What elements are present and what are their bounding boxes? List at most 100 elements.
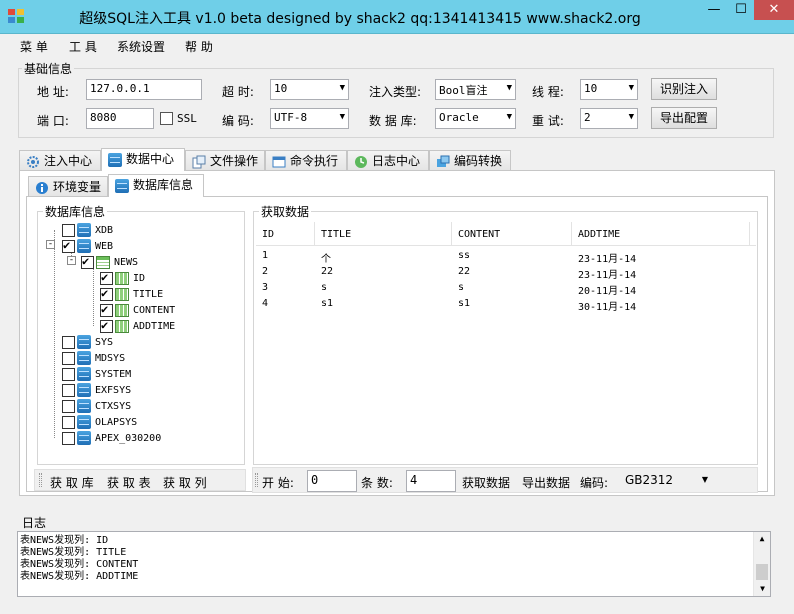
tab-command-exec[interactable]: 命令执行: [265, 150, 347, 171]
port-input[interactable]: 8080: [86, 108, 154, 129]
tab-label: 编码转换: [454, 154, 503, 168]
table-row[interactable]: 3 s s 20-11月-14: [256, 280, 756, 297]
scroll-down-icon[interactable]: ▼: [754, 582, 771, 596]
retry-select[interactable]: 2 ▼: [580, 108, 638, 129]
node-label: MDSYS: [95, 352, 126, 364]
threads-select[interactable]: 10 ▼: [580, 79, 638, 100]
menu-settings[interactable]: 系统设置: [117, 38, 165, 55]
node-checkbox[interactable]: [62, 415, 75, 429]
export-config-button[interactable]: 导出配置: [651, 107, 717, 129]
cell-addtime: 20-11月-14: [578, 286, 637, 297]
log-output[interactable]: 表NEWS发现列: ID 表NEWS发现列: TITLE 表NEWS发现列: C…: [17, 531, 771, 597]
subtab-label: 环境变量: [53, 180, 102, 194]
tree-node-title[interactable]: TITLE: [100, 286, 163, 302]
menu-tools[interactable]: 工 具: [69, 38, 97, 55]
tree-node-exfsys[interactable]: EXFSYS: [62, 382, 131, 398]
node-checkbox[interactable]: [62, 335, 75, 349]
col-divider[interactable]: [571, 222, 572, 246]
db-tree-title: 数据库信息: [43, 203, 108, 220]
tree-node-xdb[interactable]: XDB: [62, 222, 113, 238]
export-data-button[interactable]: 导出数据: [522, 474, 570, 491]
col-divider[interactable]: [451, 222, 452, 246]
inject-type-select[interactable]: Bool盲注 ▼: [435, 79, 516, 100]
tree-node-apex[interactable]: APEX_030200: [62, 430, 161, 446]
node-checkbox[interactable]: [100, 302, 113, 317]
collapse-icon[interactable]: -: [46, 240, 55, 249]
count-input[interactable]: 4: [406, 470, 456, 492]
chevron-down-icon: ▼: [339, 83, 345, 93]
tree-node-addtime[interactable]: ADDTIME: [100, 318, 175, 334]
collapse-icon[interactable]: -: [67, 256, 76, 265]
col-header-id[interactable]: ID: [262, 229, 274, 240]
encoding-select[interactable]: UTF-8 ▼: [270, 108, 349, 129]
col-header-title[interactable]: TITLE: [321, 229, 351, 240]
tree-node-olapsys[interactable]: OLAPSYS: [62, 414, 137, 430]
node-label: XDB: [95, 224, 114, 236]
tree-node-news[interactable]: NEWS: [81, 254, 138, 270]
tab-file-ops[interactable]: 文件操作: [185, 150, 265, 171]
tab-log-center[interactable]: 日志中心: [347, 150, 429, 171]
col-header-addtime[interactable]: ADDTIME: [578, 229, 620, 240]
node-checkbox[interactable]: [62, 351, 75, 365]
node-checkbox[interactable]: [62, 367, 75, 381]
node-checkbox[interactable]: [62, 399, 75, 413]
timeout-select[interactable]: 10 ▼: [270, 79, 349, 100]
node-checkbox[interactable]: [100, 286, 113, 301]
tree-node-sys[interactable]: SYS: [62, 334, 113, 350]
tree-node-content[interactable]: CONTENT: [100, 302, 175, 318]
cell-content: s1: [458, 298, 471, 309]
minimize-icon[interactable]: —: [700, 0, 728, 20]
tab-db-info[interactable]: 数据库信息: [108, 174, 204, 197]
chevron-down-icon: ▼: [506, 112, 512, 122]
col-divider[interactable]: [749, 222, 750, 246]
col-divider[interactable]: [314, 222, 315, 246]
get-column-button[interactable]: 获 取 列: [163, 474, 207, 491]
tree-node-web[interactable]: WEB: [62, 238, 113, 254]
tree-connector: [93, 268, 94, 326]
retry-value: 2: [584, 111, 591, 124]
fetch-data-button[interactable]: 获取数据: [462, 474, 510, 491]
log-scrollbar[interactable]: ▲ ▼: [753, 532, 770, 596]
cell-content: s: [458, 282, 465, 293]
tab-encoding-convert[interactable]: 编码转换: [429, 150, 511, 171]
database-icon: [77, 223, 91, 237]
ssl-checkbox[interactable]: [160, 112, 173, 125]
menu-help[interactable]: 帮 助: [185, 38, 213, 55]
start-input[interactable]: 0: [307, 470, 357, 492]
tab-label: 注入中心: [44, 154, 93, 168]
grip-handle[interactable]: [255, 473, 258, 487]
log-line: 表NEWS发现列: CONTENT: [20, 559, 139, 570]
node-checkbox[interactable]: [62, 431, 75, 445]
node-checkbox[interactable]: [62, 383, 75, 397]
tab-env-vars[interactable]: 环境变量: [28, 176, 108, 197]
get-table-button[interactable]: 获 取 表: [107, 474, 151, 491]
tree-node-id[interactable]: ID: [100, 270, 145, 286]
tree-node-ctxsys[interactable]: CTXSYS: [62, 398, 131, 414]
table-row[interactable]: 2 22 22 23-11月-14: [256, 264, 756, 281]
address-input[interactable]: 127.0.0.1: [86, 79, 202, 100]
tree-node-mdsys[interactable]: MDSYS: [62, 350, 125, 366]
node-checkbox[interactable]: [100, 318, 113, 333]
scroll-up-icon[interactable]: ▲: [754, 532, 770, 546]
identify-injection-button[interactable]: 识别注入: [651, 78, 717, 100]
database-select[interactable]: Oracle ▼: [435, 108, 516, 129]
node-checkbox[interactable]: [100, 270, 113, 285]
close-icon[interactable]: ✕: [754, 0, 794, 20]
menu-main[interactable]: 菜 单: [20, 38, 48, 55]
node-checkbox[interactable]: [62, 223, 75, 237]
node-checkbox[interactable]: [81, 254, 94, 269]
maximize-icon[interactable]: ☐: [728, 0, 754, 20]
grip-handle[interactable]: [39, 473, 42, 487]
tab-label: 日志中心: [372, 154, 421, 168]
start-label: 开 始:: [262, 476, 294, 490]
fetch-encoding-select[interactable]: GB2312 ▼: [620, 470, 712, 492]
scroll-thumb[interactable]: [756, 564, 768, 580]
get-db-button[interactable]: 获 取 库: [50, 474, 94, 491]
col-header-content[interactable]: CONTENT: [458, 229, 500, 240]
node-checkbox[interactable]: [62, 238, 75, 253]
table-row[interactable]: 4 s1 s1 30-11月-14: [256, 296, 756, 313]
tab-injection-center[interactable]: 注入中心: [19, 150, 101, 171]
tab-data-center[interactable]: 数据中心: [101, 148, 185, 171]
tree-node-system[interactable]: SYSTEM: [62, 366, 131, 382]
table-row[interactable]: 1 个 ss 23-11月-14: [256, 248, 756, 265]
